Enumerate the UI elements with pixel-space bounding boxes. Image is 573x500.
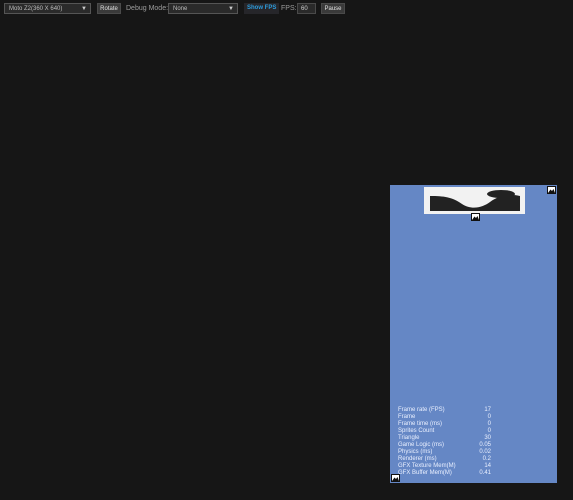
debug-mode-select[interactable]: None ▼ bbox=[168, 3, 238, 14]
fps-label: FPS: bbox=[281, 5, 297, 12]
fps-stats-panel: Frame rate (FPS) 17 Frame 0 Frame time (ms… bbox=[398, 407, 493, 477]
stat-row: Triangle 30 bbox=[398, 435, 491, 441]
chevron-down-icon: ▼ bbox=[81, 6, 87, 12]
fps-input[interactable]: 60 bbox=[297, 3, 316, 14]
device-select[interactable]: Moto Z2(360 X 640) ▼ bbox=[4, 3, 91, 14]
image-icon bbox=[471, 213, 480, 221]
stat-row: Frame 0 bbox=[398, 414, 491, 420]
stat-row: Frame time (ms) 0 bbox=[398, 421, 491, 427]
rotate-button[interactable]: Rotate bbox=[97, 3, 121, 14]
stat-row: Renderer (ms) 0.2 bbox=[398, 456, 491, 462]
banner-image bbox=[424, 187, 525, 214]
stat-row: Physics (ms) 0.02 bbox=[398, 449, 491, 455]
banner-graphic bbox=[424, 187, 525, 214]
show-fps-toggle[interactable]: Show FPS bbox=[244, 3, 280, 14]
device-select-value: Moto Z2(360 X 640) bbox=[9, 6, 63, 12]
stat-row: Frame rate (FPS) 17 bbox=[398, 407, 491, 413]
stat-row: Sprites Count 0 bbox=[398, 428, 491, 434]
debug-mode-label: Debug Mode: bbox=[126, 5, 169, 12]
stat-row: GFX Texture Mem(M) 14 bbox=[398, 463, 491, 469]
debug-mode-value: None bbox=[173, 6, 188, 12]
chevron-down-icon: ▼ bbox=[228, 6, 234, 12]
simulator-toolbar: Moto Z2(360 X 640) ▼ Rotate Debug Mode: … bbox=[0, 0, 573, 18]
image-icon bbox=[547, 186, 556, 194]
stat-row: GFX Buffer Mem(M) 0.41 bbox=[398, 470, 491, 476]
device-viewport[interactable]: Frame rate (FPS) 17 Frame 0 Frame time (ms… bbox=[390, 185, 557, 483]
pause-button[interactable]: Pause bbox=[321, 3, 345, 14]
stat-row: Game Logic (ms) 0.05 bbox=[398, 442, 491, 448]
